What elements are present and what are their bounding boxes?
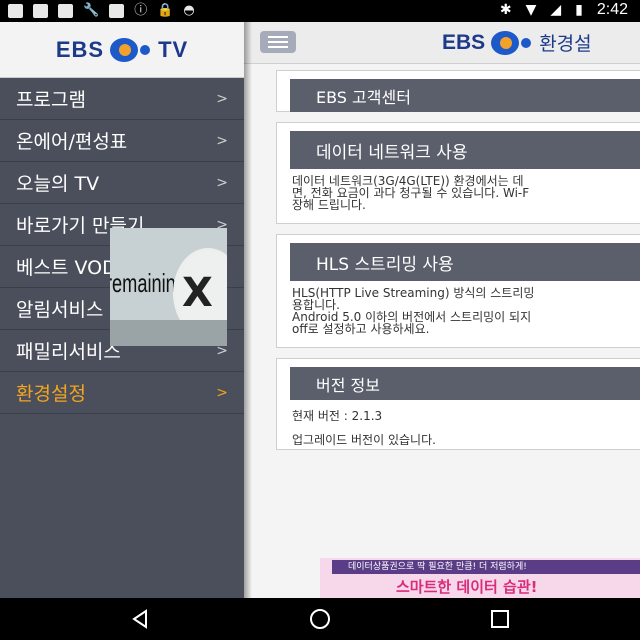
info-icon: ⓘ bbox=[134, 3, 148, 18]
menu-item-label: 환경설정 bbox=[16, 383, 86, 405]
bottom-banner-ad[interactable]: 데이터상품권으로 딱 필요한 만큼! 더 저렴하게! 스마트한 데이터 습관! bbox=[320, 558, 640, 598]
status-bar: 🔧 ⓘ 🔒 ◓ ✱ ▼ ◢ ▮ 2:42 bbox=[0, 0, 640, 22]
drawer-shadow bbox=[244, 22, 252, 598]
card-description: 데이터 네트워크(3G/4G(LTE)) 환경에서는 데 면, 전화 요금이 과… bbox=[292, 174, 530, 212]
card-description: 현재 버전 : 2.1.3 업그레이드 버전이 있습니다. bbox=[277, 400, 640, 452]
menu-button[interactable] bbox=[260, 31, 296, 53]
flipboard-icon bbox=[58, 3, 73, 18]
logo-suffix: TV bbox=[158, 36, 189, 62]
ebs-logo-icon bbox=[491, 30, 533, 55]
menu-item-label: 온에어/편성표 bbox=[16, 131, 128, 153]
main-content: EBS 환경설 EBS 고객센터 데이터 네트워크 사용 데이터 네트워크(3G… bbox=[244, 22, 640, 598]
card-title: 데이터 네트워크 사용 bbox=[290, 131, 640, 169]
menu-item-settings[interactable]: 환경설정 > bbox=[0, 372, 244, 414]
hamburger-icon bbox=[268, 36, 288, 38]
menu-item-today-tv[interactable]: 오늘의 TV > bbox=[0, 162, 244, 204]
notification-icons: 🔧 ⓘ 🔒 ◓ bbox=[8, 3, 195, 18]
clock: 2:42 bbox=[596, 1, 628, 18]
wifi-icon: ▼ bbox=[525, 2, 537, 18]
ad-stripe bbox=[110, 320, 227, 346]
chevron-right-icon: > bbox=[216, 174, 228, 191]
no-signal-icon: ◢ bbox=[550, 2, 562, 18]
android-icon: ◓ bbox=[183, 3, 195, 18]
upgrade-notice[interactable]: 업그레이드 버전이 있습니다. bbox=[292, 434, 640, 446]
navigation-bar bbox=[0, 598, 640, 640]
card-title: HLS 스트리밍 사용 bbox=[290, 243, 640, 281]
menu-item-label: 패밀리서비스 bbox=[16, 341, 121, 363]
recents-button[interactable] bbox=[487, 606, 513, 632]
menu-item-label: 베스트 VOD bbox=[16, 257, 117, 279]
menu-item-label: 알림서비스 bbox=[16, 299, 104, 321]
chevron-right-icon: > bbox=[216, 132, 228, 149]
bluetooth-icon: ✱ bbox=[499, 2, 512, 18]
card-data-network[interactable]: 데이터 네트워크 사용 데이터 네트워크(3G/4G(LTE)) 환경에서는 데… bbox=[276, 122, 640, 224]
card-description: HLS(HTTP Live Streaming) 방식의 스트리밍 용합니다. … bbox=[292, 286, 535, 336]
ad-headline: 스마트한 데이터 습관! bbox=[396, 578, 538, 596]
menu-item-label: 오늘의 TV bbox=[16, 173, 100, 195]
overlay-ad[interactable]: remaining X bbox=[110, 228, 227, 346]
back-icon bbox=[132, 609, 147, 629]
ebs-logo-icon bbox=[110, 37, 152, 62]
current-version: 현재 버전 : 2.1.3 bbox=[292, 409, 383, 423]
back-button[interactable] bbox=[127, 606, 153, 632]
card-title: 버전 정보 bbox=[290, 367, 640, 400]
flipboard-icon bbox=[33, 3, 48, 18]
recents-icon bbox=[491, 610, 509, 628]
home-button[interactable] bbox=[307, 606, 333, 632]
top-logo-brand: EBS bbox=[442, 30, 486, 54]
menu-item-onair[interactable]: 온에어/편성표 > bbox=[0, 120, 244, 162]
top-logo: EBS 환경설 bbox=[442, 29, 592, 56]
menu-item-program[interactable]: 프로그램 > bbox=[0, 78, 244, 120]
card-title: EBS 고객센터 bbox=[290, 79, 640, 112]
menu-item-label: 프로그램 bbox=[16, 89, 86, 111]
flipboard-icon bbox=[109, 3, 125, 18]
drawer-logo[interactable]: EBS TV bbox=[0, 22, 244, 78]
flipboard-icon bbox=[8, 3, 23, 18]
page-title: 환경설 bbox=[539, 33, 592, 55]
lock-icon: 🔒 bbox=[157, 3, 174, 18]
battery-icon: ▮ bbox=[575, 2, 583, 18]
top-bar: EBS 환경설 bbox=[244, 22, 640, 64]
card-hls-streaming[interactable]: HLS 스트리밍 사용 HLS(HTTP Live Streaming) 방식의… bbox=[276, 234, 640, 348]
chevron-right-icon: > bbox=[216, 384, 228, 401]
chevron-right-icon: > bbox=[216, 90, 228, 107]
logo-brand: EBS bbox=[55, 36, 105, 62]
system-icons: ✱ ▼ ◢ ▮ 2:42 bbox=[500, 1, 628, 19]
wrench-icon: 🔧 bbox=[83, 3, 100, 18]
ad-strip: 데이터상품권으로 딱 필요한 만큼! 더 저렴하게! bbox=[332, 560, 640, 574]
card-customer-center[interactable]: EBS 고객센터 bbox=[276, 70, 640, 112]
card-version-info: 버전 정보 현재 버전 : 2.1.3 업그레이드 버전이 있습니다. bbox=[276, 358, 640, 450]
home-icon bbox=[310, 609, 330, 629]
